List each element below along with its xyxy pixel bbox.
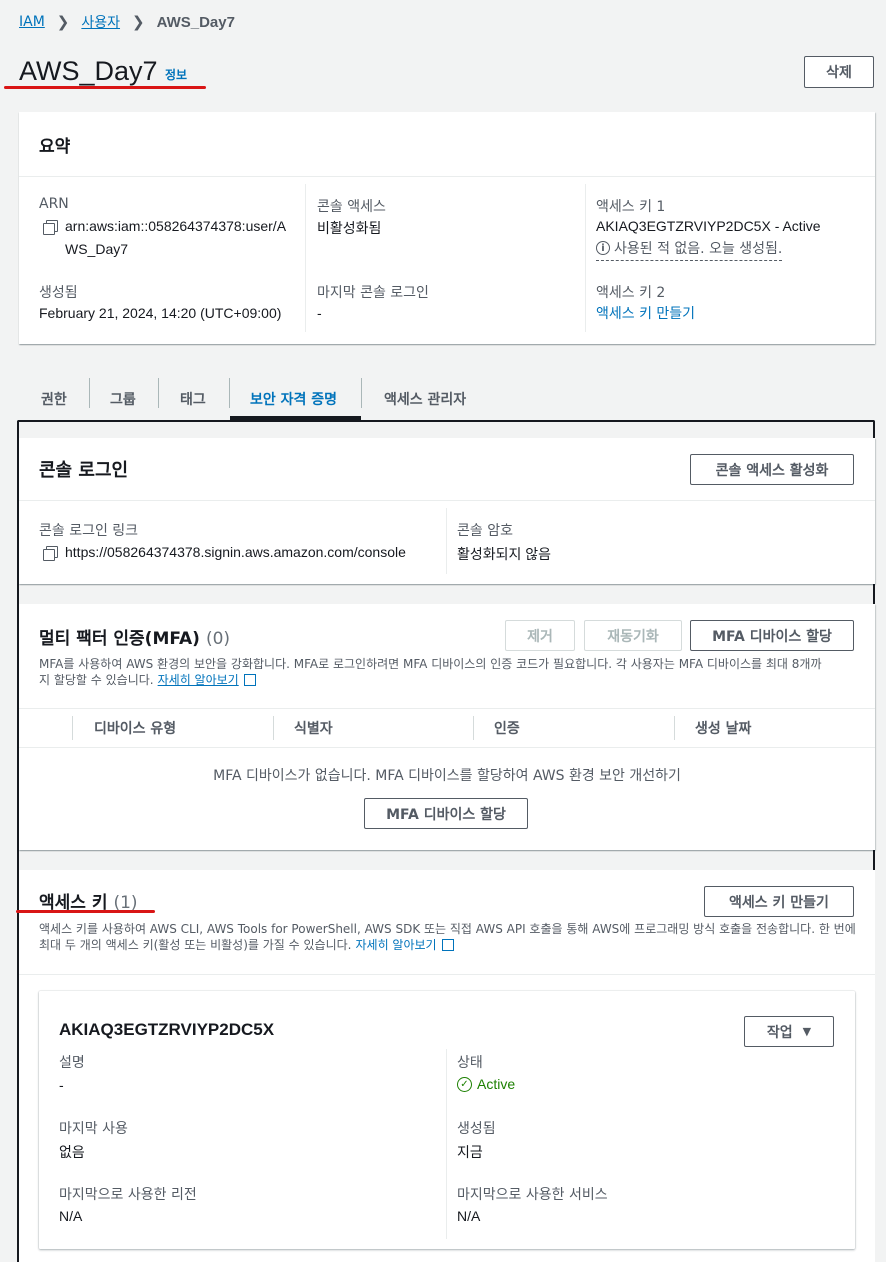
resync-mfa-button[interactable]: 재동기화 <box>584 620 682 651</box>
tab-access-advisor[interactable]: 액세스 관리자 <box>384 378 466 420</box>
check-circle-icon: ✓ <box>457 1076 472 1092</box>
summary-title: 요약 <box>39 137 71 157</box>
copy-icon[interactable] <box>43 546 58 561</box>
actions-label: 작업 <box>766 1024 793 1041</box>
console-login-title: 콘솔 로그인 <box>39 460 129 481</box>
key-status: ✓ Active <box>457 1076 515 1092</box>
copy-icon[interactable] <box>43 220 58 235</box>
chevron-right-icon: ❯ <box>56 13 70 31</box>
breadcrumb: IAM ❯ 사용자 ❯ AWS_Day7 <box>19 12 235 32</box>
summary-panel: 요약 ARN arn:aws:iam::058264374378:user/A … <box>19 112 875 344</box>
console-login-panel: 콘솔 로그인 콘솔 액세스 활성화 콘솔 로그인 링크 https://0582… <box>19 438 875 584</box>
console-access-label: 콘솔 액세스 <box>317 199 386 215</box>
access-keys-description-text: 최대 두 개의 액세스 키(활성 또는 비활성)를 가질 수 있습니다. <box>39 938 352 952</box>
arn-value-line2: WS_Day7 <box>65 241 129 257</box>
column-identifier[interactable]: 식별자 <box>294 718 333 738</box>
tab-groups[interactable]: 그룹 <box>110 378 136 420</box>
mfa-heading: 멀티 팩터 인증(MFA) (0) <box>39 624 230 649</box>
key-created-label: 생성됨 <box>457 1121 496 1137</box>
last-login-label: 마지막 콘솔 로그인 <box>317 285 429 301</box>
external-link-icon[interactable] <box>243 674 256 686</box>
access-key1-note-text: 사용된 적 없음. 오늘 생성됨. <box>614 241 783 257</box>
info-circle-icon: i <box>596 241 610 255</box>
mfa-panel: 멀티 팩터 인증(MFA) (0) 제거 재동기화 MFA 디바이스 할당 MF… <box>19 604 875 850</box>
key-last-service-value: N/A <box>457 1208 481 1224</box>
mfa-empty-text: MFA 디바이스가 없습니다. MFA 디바이스를 할당하여 AWS 환경 보안… <box>213 768 681 784</box>
mfa-description-line1: MFA를 사용하여 AWS 환경의 보안을 강화합니다. MFA로 로그인하려면… <box>39 657 822 671</box>
key-last-region-value: N/A <box>59 1208 83 1224</box>
create-access-key-link[interactable]: 액세스 키 만들기 <box>596 303 695 323</box>
access-keys-description-line2: 최대 두 개의 액세스 키(활성 또는 비활성)를 가질 수 있습니다. 자세히… <box>39 937 454 953</box>
info-link[interactable]: 정보 <box>165 66 187 83</box>
tab-security-credentials[interactable]: 보안 자격 증명 <box>250 378 337 420</box>
tab-bar: 권한 그룹 태그 보안 자격 증명 액세스 관리자 <box>19 378 875 420</box>
column-certification[interactable]: 인증 <box>494 718 520 738</box>
access-keys-panel: 액세스 키 (1) 액세스 키 만들기 액세스 키를 사용하여 AWS CLI,… <box>16 870 875 1262</box>
access-key-id: AKIAQ3EGTZRVIYP2DC5X <box>59 1020 275 1039</box>
breadcrumb-current: AWS_Day7 <box>156 13 235 31</box>
create-access-key-button[interactable]: 액세스 키 만들기 <box>704 886 854 917</box>
delete-button[interactable]: 삭제 <box>804 56 874 88</box>
created-value: February 21, 2024, 14:20 (UTC+09:00) <box>39 305 282 321</box>
created-label: 생성됨 <box>39 285 78 301</box>
remove-mfa-button[interactable]: 제거 <box>505 620 575 651</box>
last-login-value: - <box>317 305 322 321</box>
key-created-value: 지금 <box>457 1144 483 1160</box>
key-last-used-label: 마지막 사용 <box>59 1121 128 1137</box>
access-key-card: AKIAQ3EGTZRVIYP2DC5X 작업 ▼ 설명 - 마지막 사용 없음… <box>39 991 855 1249</box>
console-link-value: https://058264374378.signin.aws.amazon.c… <box>65 544 406 560</box>
arn-value-line1: arn:aws:iam::058264374378:user/A <box>65 218 287 234</box>
console-access-value: 비활성화됨 <box>317 220 382 236</box>
key-status-label: 상태 <box>457 1055 483 1071</box>
access-keys-description-line1: 액세스 키를 사용하여 AWS CLI, AWS Tools for Power… <box>39 922 856 936</box>
mfa-title: 멀티 팩터 인증(MFA) <box>39 629 200 649</box>
mfa-count: (0) <box>205 629 231 649</box>
access-keys-learn-more-link[interactable]: 자세히 알아보기 <box>355 937 436 953</box>
console-link-label: 콘솔 로그인 링크 <box>39 523 139 539</box>
breadcrumb-iam[interactable]: IAM <box>19 14 45 30</box>
key-status-value: Active <box>477 1076 516 1092</box>
key-description-value: - <box>59 1077 64 1093</box>
assign-mfa-empty-button[interactable]: MFA 디바이스 할당 <box>364 798 528 829</box>
mfa-description-text: 지 할당할 수 있습니다. <box>39 673 154 687</box>
access-key1-label: 액세스 키 1 <box>596 199 666 215</box>
console-password-value: 활성화되지 않음 <box>457 546 552 562</box>
caret-down-icon: ▼ <box>802 1025 812 1038</box>
column-created-date[interactable]: 생성 날짜 <box>695 718 751 738</box>
access-key1-value: AKIAQ3EGTZRVIYP2DC5X - Active <box>596 218 821 234</box>
console-password-label: 콘솔 암호 <box>457 523 513 539</box>
mfa-learn-more-link[interactable]: 자세히 알아보기 <box>158 672 239 688</box>
column-device-type[interactable]: 디바이스 유형 <box>94 718 176 738</box>
annotation-underline <box>4 86 206 89</box>
page-title: AWS_Day7 <box>19 56 158 86</box>
breadcrumb-users[interactable]: 사용자 <box>81 12 120 32</box>
key-last-region-label: 마지막으로 사용한 리전 <box>59 1187 197 1203</box>
tab-tags[interactable]: 태그 <box>180 378 206 420</box>
key-last-used-value: 없음 <box>59 1144 85 1160</box>
enable-console-access-button[interactable]: 콘솔 액세스 활성화 <box>690 454 854 485</box>
access-key1-note[interactable]: i 사용된 적 없음. 오늘 생성됨. <box>596 238 783 261</box>
chevron-right-icon: ❯ <box>132 13 145 31</box>
actions-dropdown[interactable]: 작업 ▼ <box>744 1016 834 1047</box>
assign-mfa-button[interactable]: MFA 디바이스 할당 <box>690 620 854 651</box>
mfa-description-line2: 지 할당할 수 있습니다. 자세히 알아보기 <box>39 672 256 688</box>
external-link-icon[interactable] <box>441 939 454 951</box>
tab-permissions[interactable]: 권한 <box>41 378 67 420</box>
key-description-label: 설명 <box>59 1055 85 1071</box>
annotation-underline <box>16 910 155 913</box>
arn-label: ARN <box>39 196 69 212</box>
access-key2-label: 액세스 키 2 <box>596 285 666 301</box>
key-last-service-label: 마지막으로 사용한 서비스 <box>457 1187 608 1203</box>
